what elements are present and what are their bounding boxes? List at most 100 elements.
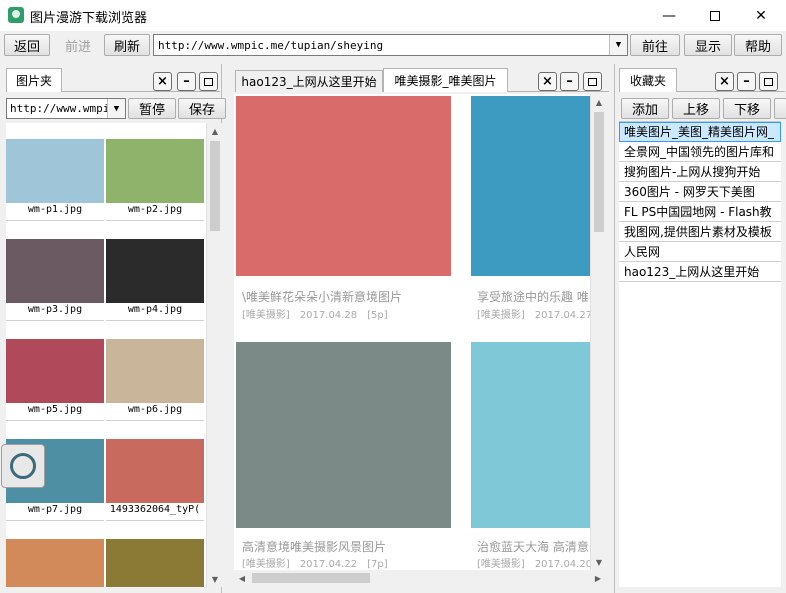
show-button[interactable]: 显示 bbox=[684, 34, 732, 56]
panel-minimize-button[interactable]: – bbox=[560, 72, 579, 91]
favorites-list: 唯美图片_美图_精美图片网_ 全景网_中国领先的图片库和 搜狗图片-上网从搜狗开… bbox=[619, 121, 781, 587]
list-item[interactable]: 360图片 - 网罗天下美图 bbox=[619, 182, 781, 202]
thumbnail-item[interactable]: wm-p4.jpg bbox=[106, 223, 204, 321]
folder-dropdown-button[interactable]: ▼ bbox=[107, 99, 125, 118]
card-photo[interactable] bbox=[471, 96, 596, 276]
panel-minimize-button[interactable]: – bbox=[737, 72, 756, 91]
thumbnail-caption: wm-p5.jpg bbox=[27, 404, 83, 415]
list-item[interactable]: hao123_上网从这里开始 bbox=[619, 262, 781, 282]
thumbnail-image bbox=[106, 139, 204, 203]
card-title[interactable]: 治愈蓝天大海 高清意 bbox=[477, 538, 596, 555]
card-title[interactable]: 享受旅途中的乐趣 唯 bbox=[477, 288, 596, 305]
list-item[interactable]: 搜狗图片-上网从搜狗开始 bbox=[619, 162, 781, 182]
thumbnail-item[interactable] bbox=[106, 523, 204, 587]
more-button[interactable] bbox=[774, 98, 786, 119]
scrollbar-thumb[interactable] bbox=[252, 573, 370, 583]
tab-image-folder[interactable]: 图片夹 bbox=[6, 68, 62, 92]
move-up-button[interactable]: 上移 bbox=[672, 98, 720, 119]
gallery-card[interactable]: 高清意境唯美摄影风景图片 [唯美摄影] 2017.04.22 [7p] bbox=[236, 342, 451, 570]
panel-close-button[interactable]: × bbox=[538, 72, 557, 91]
card-meta: [唯美摄影] 2017.04.27 bbox=[477, 310, 593, 321]
gallery-card[interactable]: \唯美鲜花朵朵小清新意境图片 [唯美摄影] 2017.04.28 [5p] bbox=[236, 96, 451, 324]
panel-close-button[interactable]: × bbox=[715, 72, 734, 91]
window-title: 图片漫游下载浏览器 bbox=[30, 11, 148, 26]
floating-circle-button[interactable] bbox=[1, 444, 45, 488]
folder-select[interactable]: http://www.wmpic ▼ bbox=[6, 98, 126, 119]
scrollbar-thumb[interactable] bbox=[210, 141, 220, 231]
card-meta: [唯美摄影] 2017.04.20 bbox=[477, 559, 593, 570]
list-item[interactable]: 全景网_中国领先的图片库和 bbox=[619, 142, 781, 162]
url-input[interactable]: http://www.wmpic.me/tupian/sheying ▼ bbox=[153, 34, 628, 56]
thumbnail-item[interactable] bbox=[6, 523, 104, 587]
card-photo[interactable] bbox=[471, 342, 596, 528]
pause-button[interactable]: 暂停 bbox=[128, 98, 176, 119]
minimize-icon: – bbox=[183, 74, 190, 89]
tab-weimei[interactable]: 唯美摄影_唯美图片 bbox=[383, 68, 508, 92]
thumbnail-item[interactable]: 1493362064_tyP( bbox=[106, 423, 204, 521]
app-icon bbox=[8, 7, 24, 23]
tab-favorites[interactable]: 收藏夹 bbox=[619, 68, 677, 92]
scroll-up-icon[interactable]: ▲ bbox=[207, 123, 223, 139]
panel-close-button[interactable]: × bbox=[153, 72, 172, 91]
gallery-card[interactable]: 享受旅途中的乐趣 唯 [唯美摄影] 2017.04.27 bbox=[471, 96, 596, 324]
title-bar: 图片漫游下载浏览器 — ✕ bbox=[0, 0, 786, 31]
list-item[interactable]: 唯美图片_美图_精美图片网_ bbox=[619, 122, 781, 142]
go-button[interactable]: 前往 bbox=[630, 34, 680, 56]
thumbnail-caption: wm-p7.jpg bbox=[27, 504, 83, 515]
content-horizontal-scrollbar[interactable]: ◀ ▶ bbox=[234, 570, 606, 586]
thumbnail-item[interactable]: wm-p6.jpg bbox=[106, 323, 204, 421]
scroll-left-icon[interactable]: ◀ bbox=[234, 570, 250, 586]
card-photo[interactable] bbox=[236, 96, 451, 276]
thumbnail-item[interactable]: wm-p1.jpg bbox=[6, 123, 104, 221]
scroll-down-icon[interactable]: ▼ bbox=[591, 554, 607, 570]
refresh-button[interactable]: 刷新 bbox=[104, 34, 150, 56]
panel-minimize-button[interactable]: – bbox=[177, 72, 196, 91]
thumbnail-caption: wm-p3.jpg bbox=[27, 304, 83, 315]
panel-maximize-button[interactable] bbox=[583, 72, 602, 91]
maximize-icon bbox=[588, 77, 597, 86]
chevron-down-icon: ▼ bbox=[615, 40, 622, 50]
add-favorite-button[interactable]: 添加 bbox=[621, 98, 669, 119]
content-vertical-scrollbar[interactable]: ▲ ▼ bbox=[590, 94, 606, 570]
scroll-up-icon[interactable]: ▲ bbox=[591, 94, 607, 110]
panel-maximize-button[interactable] bbox=[199, 72, 218, 91]
close-icon: × bbox=[719, 74, 730, 89]
thumbnail-item[interactable]: wm-p2.jpg bbox=[106, 123, 204, 221]
scrollbar-thumb[interactable] bbox=[594, 112, 604, 232]
gallery-card[interactable]: 治愈蓝天大海 高清意 [唯美摄影] 2017.04.20 bbox=[471, 342, 596, 570]
scroll-right-icon[interactable]: ▶ bbox=[590, 570, 606, 586]
panel-maximize-button[interactable] bbox=[759, 72, 778, 91]
forward-button[interactable]: 前进 bbox=[56, 34, 100, 56]
move-down-button[interactable]: 下移 bbox=[723, 98, 771, 119]
thumbnail-item[interactable]: wm-p5.jpg bbox=[6, 323, 104, 421]
thumbnail-image bbox=[106, 539, 204, 587]
save-button[interactable]: 保存 bbox=[178, 98, 226, 119]
card-photo[interactable] bbox=[236, 342, 451, 528]
scroll-down-icon[interactable]: ▼ bbox=[207, 571, 223, 587]
minimize-icon: – bbox=[566, 74, 573, 89]
image-folder-panel: 图片夹 × – http://www.wmpic ▼ 暂停 保存 wm-p1.j… bbox=[0, 64, 226, 593]
chevron-down-icon: ▼ bbox=[113, 103, 120, 114]
web-content: \唯美鲜花朵朵小清新意境图片 [唯美摄影] 2017.04.28 [5p] 享受旅途… bbox=[234, 94, 596, 570]
thumbnail-caption: wm-p6.jpg bbox=[127, 404, 183, 415]
help-button[interactable]: 帮助 bbox=[734, 34, 782, 56]
thumbnail-image bbox=[6, 339, 104, 403]
minimize-button[interactable]: — bbox=[646, 0, 692, 31]
card-title[interactable]: 高清意境唯美摄影风景图片 bbox=[242, 538, 447, 555]
list-item[interactable]: 人民网 bbox=[619, 242, 781, 262]
thumbnails-scrollbar[interactable]: ▲ ▼ bbox=[206, 123, 222, 587]
card-title[interactable]: \唯美鲜花朵朵小清新意境图片 bbox=[242, 288, 447, 305]
close-button[interactable]: ✕ bbox=[738, 0, 784, 31]
back-button[interactable]: 返回 bbox=[4, 34, 50, 56]
card-meta: [唯美摄影] 2017.04.28 [5p] bbox=[242, 310, 388, 321]
circle-icon bbox=[10, 453, 36, 479]
url-dropdown-button[interactable]: ▼ bbox=[609, 35, 627, 55]
favorites-panel: 收藏夹 × – 添加 上移 下移 唯美图片_美图_精美图片网_ 全景网_中国领先… bbox=[614, 64, 786, 593]
folder-select-value: http://www.wmpic bbox=[10, 102, 116, 115]
tab-hao123[interactable]: hao123_上网从这里开始 bbox=[235, 70, 383, 92]
thumbnail-caption: wm-p4.jpg bbox=[127, 304, 183, 315]
maximize-button[interactable] bbox=[692, 0, 738, 31]
thumbnail-item[interactable]: wm-p3.jpg bbox=[6, 223, 104, 321]
list-item[interactable]: 我图网,提供图片素材及模板 bbox=[619, 222, 781, 242]
list-item[interactable]: FL PS中国园地网 - Flash教 bbox=[619, 202, 781, 222]
